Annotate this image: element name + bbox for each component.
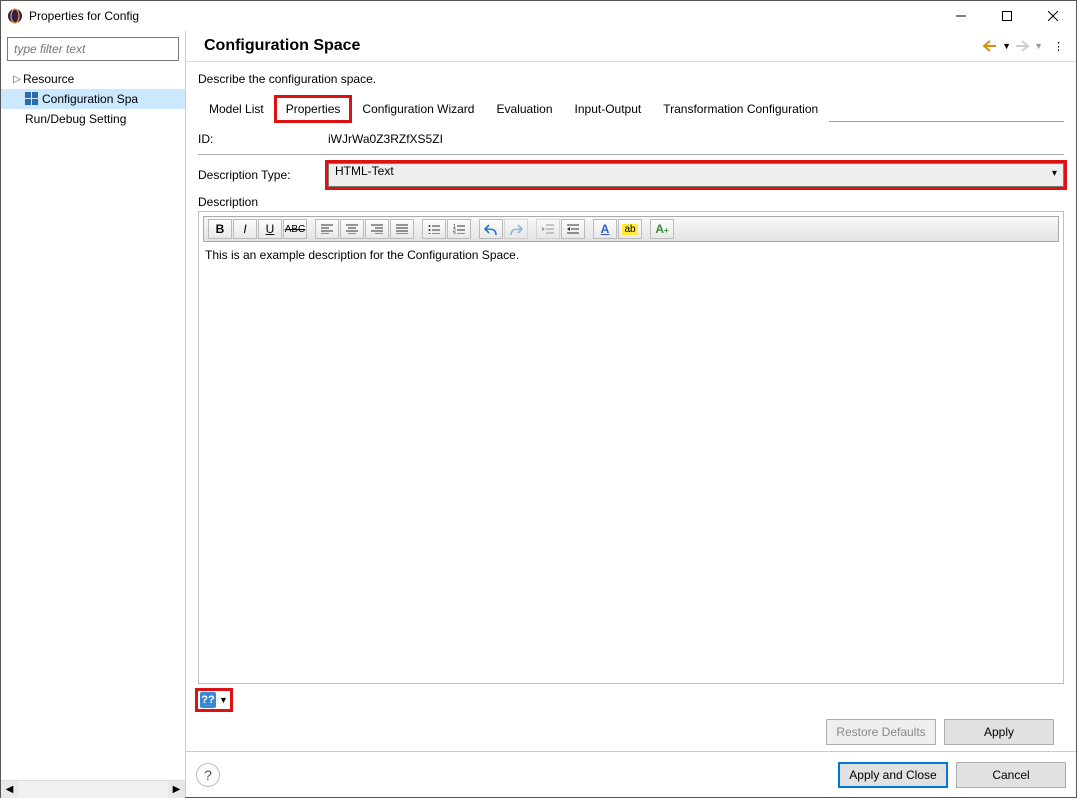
id-label: ID: (198, 132, 328, 146)
tab-evaluation[interactable]: Evaluation (485, 96, 563, 122)
scroll-left-icon[interactable]: ◀ (1, 781, 18, 798)
sidebar-scrollbar[interactable]: ◀ ▶ (1, 780, 185, 797)
undo-button[interactable] (479, 219, 503, 239)
apply-button[interactable]: Apply (944, 719, 1054, 745)
grid-icon (25, 92, 39, 106)
tree-item-configuration-space[interactable]: Configuration Spa (1, 89, 185, 109)
align-justify-button[interactable] (390, 219, 414, 239)
close-button[interactable] (1030, 1, 1076, 31)
underline-button[interactable]: U (258, 219, 282, 239)
scroll-right-icon[interactable]: ▶ (168, 781, 185, 798)
page-header: Configuration Space ▼ ▼ ⋮ (186, 31, 1076, 62)
back-icon[interactable] (983, 40, 997, 52)
tree-item-resource[interactable]: ▷ Resource (1, 69, 185, 89)
id-value: iWJrWa0Z3RZfXS5ZI (328, 132, 1064, 146)
tab-properties[interactable]: Properties (275, 96, 352, 122)
unordered-list-button[interactable] (422, 219, 446, 239)
help-question-icon: ?? (200, 692, 216, 708)
description-type-label: Description Type: (198, 168, 328, 182)
page-title: Configuration Space (204, 37, 983, 55)
font-color-button[interactable]: A (593, 219, 617, 239)
nav-tree: ▷ Resource Configuration Spa Run/Debug S… (1, 67, 185, 780)
ordered-list-button[interactable]: 123 (447, 219, 471, 239)
align-right-button[interactable] (365, 219, 389, 239)
divider (198, 154, 1064, 155)
chevron-down-icon: ▼ (219, 695, 228, 705)
description-type-select-highlight: HTML-Text ▾ (328, 163, 1064, 187)
sidebar: ▷ Resource Configuration Spa Run/Debug S… (1, 31, 186, 797)
editor-toolbar: B I U ABC 123 (203, 216, 1059, 242)
highlight-button[interactable]: ab (618, 219, 642, 239)
cancel-button[interactable]: Cancel (956, 762, 1066, 788)
scroll-track[interactable] (18, 781, 168, 798)
help-dropdown[interactable]: ?? ▼ (198, 691, 230, 709)
minimize-button[interactable] (938, 1, 984, 31)
restore-defaults-button: Restore Defaults (826, 719, 936, 745)
align-center-button[interactable] (340, 219, 364, 239)
strikethrough-button[interactable]: ABC (283, 219, 307, 239)
outdent-button[interactable] (536, 219, 560, 239)
select-value: HTML-Text (335, 164, 394, 178)
indent-button[interactable] (561, 219, 585, 239)
dialog-footer: ? Apply and Close Cancel (186, 751, 1076, 797)
html-editor: B I U ABC 123 (198, 211, 1064, 684)
tree-item-label: Resource (23, 72, 74, 86)
expand-arrow-icon[interactable]: ▷ (11, 74, 23, 85)
description-type-select[interactable]: HTML-Text ▾ (328, 163, 1064, 187)
description-label: Description (198, 195, 1064, 209)
svg-text:3: 3 (453, 232, 456, 234)
tree-item-label: Configuration Spa (42, 92, 138, 106)
eclipse-icon (7, 8, 23, 24)
maximize-button[interactable] (984, 1, 1030, 31)
back-menu-icon[interactable]: ▼ (1002, 41, 1011, 51)
tab-bar: Model List Properties Configuration Wiza… (198, 94, 1064, 122)
tab-model-list[interactable]: Model List (198, 96, 275, 122)
editor-textarea[interactable]: This is an example description for the C… (199, 246, 1063, 683)
filter-input[interactable] (7, 37, 179, 61)
page-subheading: Describe the configuration space. (198, 72, 1064, 86)
tab-config-wizard[interactable]: Configuration Wizard (351, 96, 485, 122)
tree-item-label: Run/Debug Setting (25, 112, 126, 126)
window-title: Properties for Config (29, 9, 938, 23)
tree-item-run-debug[interactable]: Run/Debug Setting (1, 109, 185, 129)
italic-button[interactable]: I (233, 219, 257, 239)
titlebar: Properties for Config (1, 1, 1076, 31)
bold-button[interactable]: B (208, 219, 232, 239)
tab-transformation[interactable]: Transformation Configuration (652, 96, 829, 122)
align-left-button[interactable] (315, 219, 339, 239)
chevron-down-icon: ▾ (1052, 168, 1057, 179)
view-menu-icon[interactable]: ⋮ (1053, 40, 1064, 53)
apply-and-close-button[interactable]: Apply and Close (838, 762, 948, 788)
tab-input-output[interactable]: Input-Output (564, 96, 653, 122)
insert-button[interactable]: A+ (650, 219, 674, 239)
redo-button[interactable] (504, 219, 528, 239)
forward-menu-icon: ▼ (1034, 41, 1043, 51)
help-button[interactable]: ? (196, 763, 220, 787)
forward-icon (1015, 40, 1029, 52)
